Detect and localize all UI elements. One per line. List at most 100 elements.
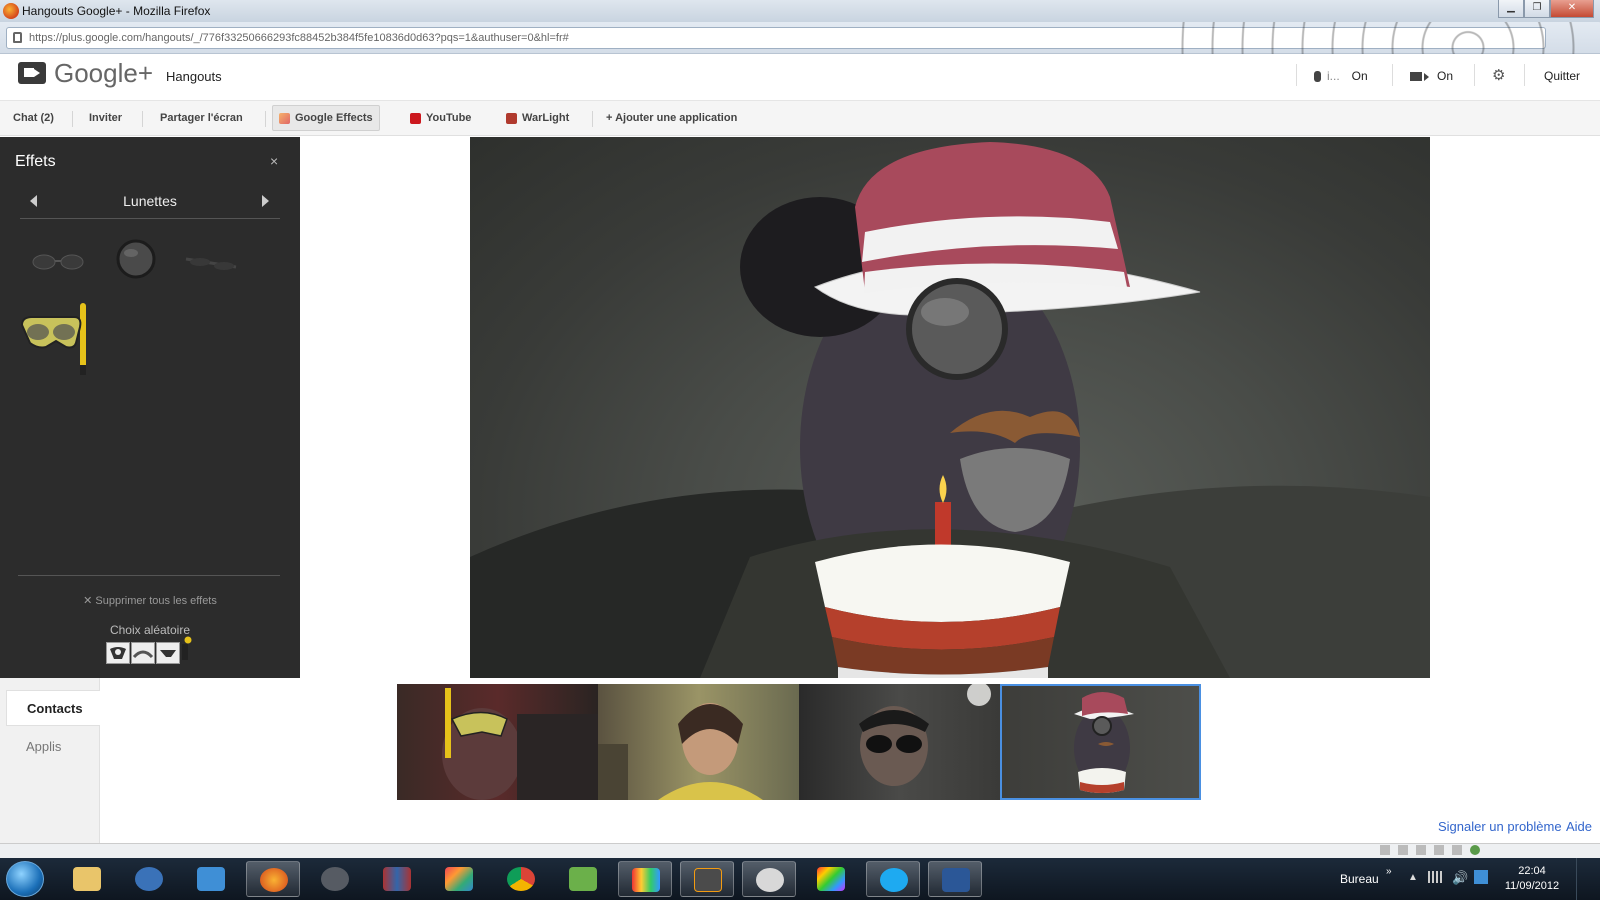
random-effect-icon[interactable] [156,642,180,664]
chrome-icon [507,867,535,891]
skype-icon [880,868,908,892]
youtube-label: YouTube [426,112,472,124]
show-desktop-button[interactable] [1576,858,1600,900]
random-effect-icon[interactable] [131,642,155,664]
microphone-icon [1314,71,1321,83]
minimize-button[interactable]: ▁ [1498,0,1524,18]
taskbar-color-app[interactable] [804,861,858,897]
chat-tab[interactable]: Chat (2) [7,101,60,135]
volume-icon[interactable]: 🔊 [1452,870,1468,886]
youtube-icon [410,112,421,124]
quit-button[interactable]: Quitter [1544,69,1580,83]
main-video-feed[interactable] [470,137,1430,678]
sublime-icon [694,868,722,892]
effects-title: Effets [15,153,56,170]
dropbox-tray-icon[interactable] [1474,870,1488,884]
status-ok-icon[interactable] [1470,845,1480,855]
folder-icon [73,867,101,891]
studio-icon [632,868,660,892]
tab-apps[interactable]: Applis [6,729,100,765]
participant-thumbnail[interactable] [598,684,799,800]
edit-icon[interactable] [1398,845,1408,855]
effects-category: Lunettes [123,193,177,209]
taskbar-sublime-text[interactable] [680,861,734,897]
windows-taskbar: Bureau » ▲ 🔊 22:04 11/09/2012 [0,858,1600,900]
browser-statusbar [0,843,1600,858]
taskbar-skype[interactable] [866,861,920,897]
remove-all-effects-link[interactable]: ✕ Supprimer tous les effets [0,594,300,607]
close-icon[interactable]: × [270,153,278,169]
taskbar-powershell[interactable] [928,861,982,897]
system-clock[interactable]: 22:04 11/09/2012 [1500,864,1564,894]
page-icon[interactable] [1380,845,1390,855]
hangouts-logo-icon [18,62,46,84]
monocle-effect-icon[interactable] [114,237,158,281]
close-window-button[interactable]: ✕ [1550,0,1594,18]
video-scene [470,142,1430,678]
app-toolbar: Chat (2) Inviter Partager l'écran Google… [0,100,1600,136]
toolbar-location[interactable]: Bureau [1340,872,1379,886]
chevron-right-icon[interactable]: » [1386,866,1392,877]
clock-date: 11/09/2012 [1504,880,1560,892]
tab-contacts[interactable]: Contacts [6,690,100,726]
refresh-icon[interactable] [1452,845,1462,855]
sunglasses-effect-icon[interactable] [30,247,86,277]
theme-decoration [1160,22,1600,54]
snorkel-mask-effect-icon[interactable] [18,303,94,377]
camera-icon [1410,72,1422,82]
mic-toggle[interactable]: i... On [1314,69,1368,83]
dropbox-icon [197,867,225,891]
random-effect-icon[interactable] [106,642,130,664]
invite-button[interactable]: Inviter [83,101,128,135]
window-titlebar: Hangouts Google+ - Mozilla Firefox ▁ ❐ ✕ [0,0,1600,22]
clock-time: 22:04 [1518,865,1546,877]
books-icon [383,867,411,891]
effects-category-nav: Lunettes [20,187,280,219]
participant-strip [397,684,1205,802]
url-text: https://plus.google.com/hangouts/_/776f3… [29,32,569,44]
network-icon[interactable] [1428,871,1442,883]
mic-level: i... [1327,69,1340,83]
firefox-icon [3,3,19,19]
mic-state: On [1351,69,1368,83]
save-icon[interactable] [1416,845,1426,855]
taskbar-evernote[interactable] [556,861,610,897]
camera-state: On [1437,69,1454,83]
start-button[interactable] [6,861,44,897]
participant-thumbnail[interactable] [799,684,1000,800]
google-effects-tab[interactable]: Google Effects [272,105,380,131]
taskbar-office[interactable] [432,861,486,897]
add-app-button[interactable]: + Ajouter une application [600,101,743,135]
settings-gear-icon[interactable]: ⚙ [1492,66,1505,84]
youtube-tab[interactable]: YouTube [404,101,477,135]
office-icon [445,867,473,891]
taskbar-avatar-app[interactable] [742,861,796,897]
powershell-icon [942,868,970,892]
header-divider [1296,64,1297,86]
participant-thumbnail-selected[interactable] [1000,684,1201,800]
warlight-tab[interactable]: WarLight [500,101,575,135]
taskbar-library[interactable] [370,861,424,897]
tray-expand-icon[interactable]: ▲ [1408,872,1418,883]
taskbar-chrome[interactable] [494,861,548,897]
glasses-effect-icon[interactable] [184,251,238,275]
taskbar-firefox[interactable] [246,861,300,897]
print-icon[interactable] [1434,845,1444,855]
restore-button[interactable]: ❐ [1524,0,1550,18]
google-effects-label: Google Effects [295,112,373,124]
help-link[interactable]: Aide [1566,819,1592,834]
share-screen-button[interactable]: Partager l'écran [154,101,249,135]
taskbar-dropbox[interactable] [184,861,238,897]
participant-thumbnail[interactable] [397,684,598,800]
report-problem-link[interactable]: Signaler un problème [1438,819,1562,834]
taskbar-steam[interactable] [308,861,362,897]
taskbar-thunderbird[interactable] [122,861,176,897]
chevron-right-icon[interactable] [262,195,269,207]
camera-toggle[interactable]: On [1410,69,1453,83]
taskbar-studio[interactable] [618,861,672,897]
brand-logo[interactable]: Google+ [54,58,153,89]
avatar-icon [756,868,784,892]
random-snorkel-icon[interactable] [180,636,192,662]
taskbar-explorer[interactable] [60,861,114,897]
contacts-panel: Contacts Applis [0,678,100,844]
